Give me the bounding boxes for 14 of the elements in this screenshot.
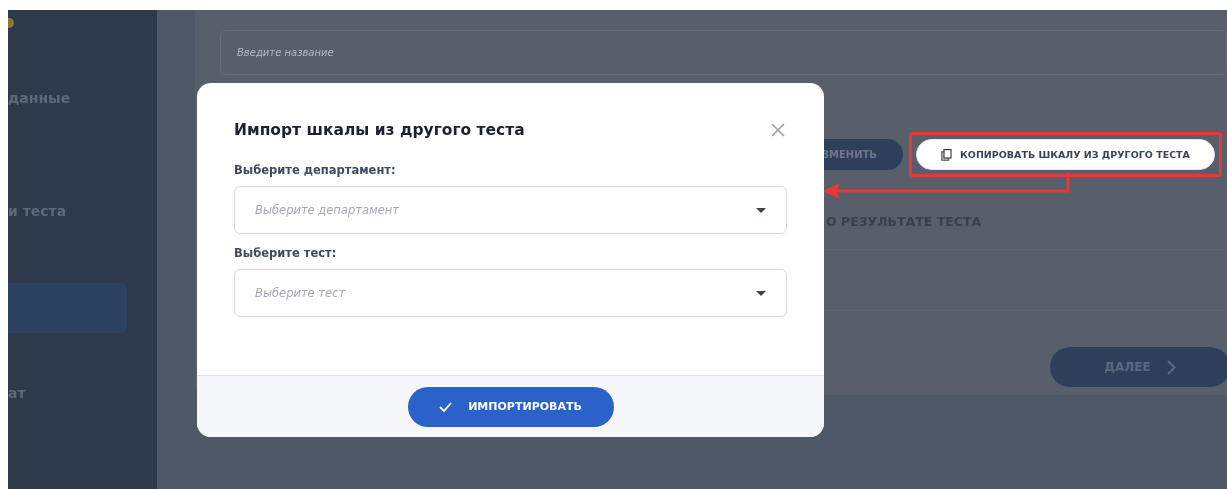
field-label: Выберите тест: bbox=[234, 246, 338, 260]
select-field[interactable]: Выберите департамент bbox=[234, 186, 787, 234]
name-input-field[interactable]: Введите название bbox=[220, 30, 1227, 75]
dialog-title: Импорт шкалы из другого теста bbox=[234, 121, 525, 139]
import-button[interactable]: ИМПОРТИРОВАТЬ bbox=[407, 386, 614, 427]
caret-icon bbox=[756, 290, 766, 296]
copy-scale-button[interactable]: КОПИРОВАТЬ ШКАЛУ ИЗ ДРУГОГО ТЕСТА bbox=[916, 139, 1215, 170]
chevron-right-icon bbox=[1166, 359, 1176, 375]
check-icon bbox=[439, 401, 453, 412]
select-field[interactable]: Выберите тест bbox=[234, 269, 787, 317]
close-icon[interactable] bbox=[769, 121, 787, 139]
caret-icon bbox=[756, 207, 766, 213]
copy-icon bbox=[941, 148, 953, 161]
field-label: Выберите департамент: bbox=[234, 163, 397, 177]
